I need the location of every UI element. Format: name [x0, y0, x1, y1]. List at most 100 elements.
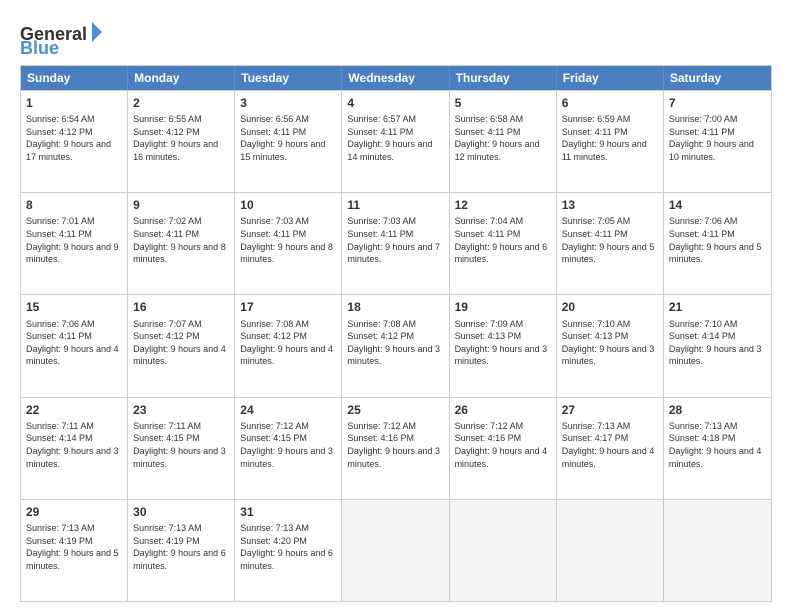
day-number: 9 [133, 197, 229, 213]
calendar-header-cell: Thursday [450, 66, 557, 90]
cell-info: Sunrise: 7:13 AMSunset: 4:19 PMDaylight:… [133, 522, 229, 572]
cell-info: Sunrise: 7:03 AMSunset: 4:11 PMDaylight:… [347, 215, 443, 265]
day-number: 21 [669, 299, 766, 315]
calendar-cell: 19 Sunrise: 7:09 AMSunset: 4:13 PMDaylig… [450, 295, 557, 396]
calendar-header: SundayMondayTuesdayWednesdayThursdayFrid… [21, 66, 771, 90]
day-number: 14 [669, 197, 766, 213]
calendar-row: 15 Sunrise: 7:06 AMSunset: 4:11 PMDaylig… [21, 294, 771, 396]
cell-info: Sunrise: 7:08 AMSunset: 4:12 PMDaylight:… [240, 318, 336, 368]
day-number: 11 [347, 197, 443, 213]
calendar-cell: 4 Sunrise: 6:57 AMSunset: 4:11 PMDayligh… [342, 91, 449, 192]
day-number: 6 [562, 95, 658, 111]
calendar-cell: 23 Sunrise: 7:11 AMSunset: 4:15 PMDaylig… [128, 398, 235, 499]
day-number: 27 [562, 402, 658, 418]
cell-info: Sunrise: 7:02 AMSunset: 4:11 PMDaylight:… [133, 215, 229, 265]
cell-info: Sunrise: 7:12 AMSunset: 4:15 PMDaylight:… [240, 420, 336, 470]
calendar-cell: 14 Sunrise: 7:06 AMSunset: 4:11 PMDaylig… [664, 193, 771, 294]
day-number: 12 [455, 197, 551, 213]
cell-info: Sunrise: 7:10 AMSunset: 4:13 PMDaylight:… [562, 318, 658, 368]
calendar-cell: 22 Sunrise: 7:11 AMSunset: 4:14 PMDaylig… [21, 398, 128, 499]
cell-info: Sunrise: 7:11 AMSunset: 4:14 PMDaylight:… [26, 420, 122, 470]
calendar-cell: 6 Sunrise: 6:59 AMSunset: 4:11 PMDayligh… [557, 91, 664, 192]
day-number: 17 [240, 299, 336, 315]
day-number: 13 [562, 197, 658, 213]
day-number: 18 [347, 299, 443, 315]
calendar-cell: 16 Sunrise: 7:07 AMSunset: 4:12 PMDaylig… [128, 295, 235, 396]
calendar-cell [664, 500, 771, 601]
calendar-row: 22 Sunrise: 7:11 AMSunset: 4:14 PMDaylig… [21, 397, 771, 499]
calendar-cell: 18 Sunrise: 7:08 AMSunset: 4:12 PMDaylig… [342, 295, 449, 396]
calendar-cell: 1 Sunrise: 6:54 AMSunset: 4:12 PMDayligh… [21, 91, 128, 192]
day-number: 7 [669, 95, 766, 111]
calendar-row: 8 Sunrise: 7:01 AMSunset: 4:11 PMDayligh… [21, 192, 771, 294]
cell-info: Sunrise: 6:55 AMSunset: 4:12 PMDaylight:… [133, 113, 229, 163]
day-number: 10 [240, 197, 336, 213]
cell-info: Sunrise: 7:13 AMSunset: 4:18 PMDaylight:… [669, 420, 766, 470]
day-number: 31 [240, 504, 336, 520]
calendar-header-cell: Saturday [664, 66, 771, 90]
cell-info: Sunrise: 6:56 AMSunset: 4:11 PMDaylight:… [240, 113, 336, 163]
calendar-cell: 3 Sunrise: 6:56 AMSunset: 4:11 PMDayligh… [235, 91, 342, 192]
cell-info: Sunrise: 7:06 AMSunset: 4:11 PMDaylight:… [669, 215, 766, 265]
day-number: 16 [133, 299, 229, 315]
day-number: 23 [133, 402, 229, 418]
day-number: 29 [26, 504, 122, 520]
cell-info: Sunrise: 6:57 AMSunset: 4:11 PMDaylight:… [347, 113, 443, 163]
day-number: 28 [669, 402, 766, 418]
calendar-cell: 26 Sunrise: 7:12 AMSunset: 4:16 PMDaylig… [450, 398, 557, 499]
day-number: 24 [240, 402, 336, 418]
calendar-cell: 30 Sunrise: 7:13 AMSunset: 4:19 PMDaylig… [128, 500, 235, 601]
cell-info: Sunrise: 7:13 AMSunset: 4:17 PMDaylight:… [562, 420, 658, 470]
calendar-cell: 7 Sunrise: 7:00 AMSunset: 4:11 PMDayligh… [664, 91, 771, 192]
calendar-cell: 29 Sunrise: 7:13 AMSunset: 4:19 PMDaylig… [21, 500, 128, 601]
cell-info: Sunrise: 6:58 AMSunset: 4:11 PMDaylight:… [455, 113, 551, 163]
calendar-cell: 24 Sunrise: 7:12 AMSunset: 4:15 PMDaylig… [235, 398, 342, 499]
calendar-header-cell: Friday [557, 66, 664, 90]
calendar-row: 29 Sunrise: 7:13 AMSunset: 4:19 PMDaylig… [21, 499, 771, 601]
cell-info: Sunrise: 7:07 AMSunset: 4:12 PMDaylight:… [133, 318, 229, 368]
calendar-cell: 15 Sunrise: 7:06 AMSunset: 4:11 PMDaylig… [21, 295, 128, 396]
day-number: 25 [347, 402, 443, 418]
day-number: 26 [455, 402, 551, 418]
calendar-cell: 13 Sunrise: 7:05 AMSunset: 4:11 PMDaylig… [557, 193, 664, 294]
calendar-cell: 17 Sunrise: 7:08 AMSunset: 4:12 PMDaylig… [235, 295, 342, 396]
header: General Blue [20, 18, 772, 59]
day-number: 5 [455, 95, 551, 111]
calendar-header-cell: Monday [128, 66, 235, 90]
logo-general: General Blue [20, 18, 110, 59]
cell-info: Sunrise: 7:11 AMSunset: 4:15 PMDaylight:… [133, 420, 229, 470]
calendar: SundayMondayTuesdayWednesdayThursdayFrid… [20, 65, 772, 602]
calendar-cell [557, 500, 664, 601]
day-number: 2 [133, 95, 229, 111]
calendar-cell: 25 Sunrise: 7:12 AMSunset: 4:16 PMDaylig… [342, 398, 449, 499]
cell-info: Sunrise: 7:09 AMSunset: 4:13 PMDaylight:… [455, 318, 551, 368]
calendar-cell: 12 Sunrise: 7:04 AMSunset: 4:11 PMDaylig… [450, 193, 557, 294]
calendar-cell: 27 Sunrise: 7:13 AMSunset: 4:17 PMDaylig… [557, 398, 664, 499]
calendar-cell: 28 Sunrise: 7:13 AMSunset: 4:18 PMDaylig… [664, 398, 771, 499]
cell-info: Sunrise: 7:12 AMSunset: 4:16 PMDaylight:… [455, 420, 551, 470]
day-number: 30 [133, 504, 229, 520]
calendar-header-cell: Wednesday [342, 66, 449, 90]
cell-info: Sunrise: 7:13 AMSunset: 4:20 PMDaylight:… [240, 522, 336, 572]
calendar-header-cell: Sunday [21, 66, 128, 90]
day-number: 1 [26, 95, 122, 111]
calendar-cell: 20 Sunrise: 7:10 AMSunset: 4:13 PMDaylig… [557, 295, 664, 396]
cell-info: Sunrise: 6:59 AMSunset: 4:11 PMDaylight:… [562, 113, 658, 163]
cell-info: Sunrise: 7:04 AMSunset: 4:11 PMDaylight:… [455, 215, 551, 265]
calendar-body: 1 Sunrise: 6:54 AMSunset: 4:12 PMDayligh… [21, 90, 771, 601]
day-number: 3 [240, 95, 336, 111]
calendar-cell: 10 Sunrise: 7:03 AMSunset: 4:11 PMDaylig… [235, 193, 342, 294]
day-number: 19 [455, 299, 551, 315]
calendar-cell [342, 500, 449, 601]
day-number: 22 [26, 402, 122, 418]
cell-info: Sunrise: 7:06 AMSunset: 4:11 PMDaylight:… [26, 318, 122, 368]
calendar-cell: 2 Sunrise: 6:55 AMSunset: 4:12 PMDayligh… [128, 91, 235, 192]
cell-info: Sunrise: 7:10 AMSunset: 4:14 PMDaylight:… [669, 318, 766, 368]
calendar-cell: 5 Sunrise: 6:58 AMSunset: 4:11 PMDayligh… [450, 91, 557, 192]
cell-info: Sunrise: 7:12 AMSunset: 4:16 PMDaylight:… [347, 420, 443, 470]
day-number: 4 [347, 95, 443, 111]
calendar-header-cell: Tuesday [235, 66, 342, 90]
cell-info: Sunrise: 7:00 AMSunset: 4:11 PMDaylight:… [669, 113, 766, 163]
day-number: 8 [26, 197, 122, 213]
cell-info: Sunrise: 7:01 AMSunset: 4:11 PMDaylight:… [26, 215, 122, 265]
